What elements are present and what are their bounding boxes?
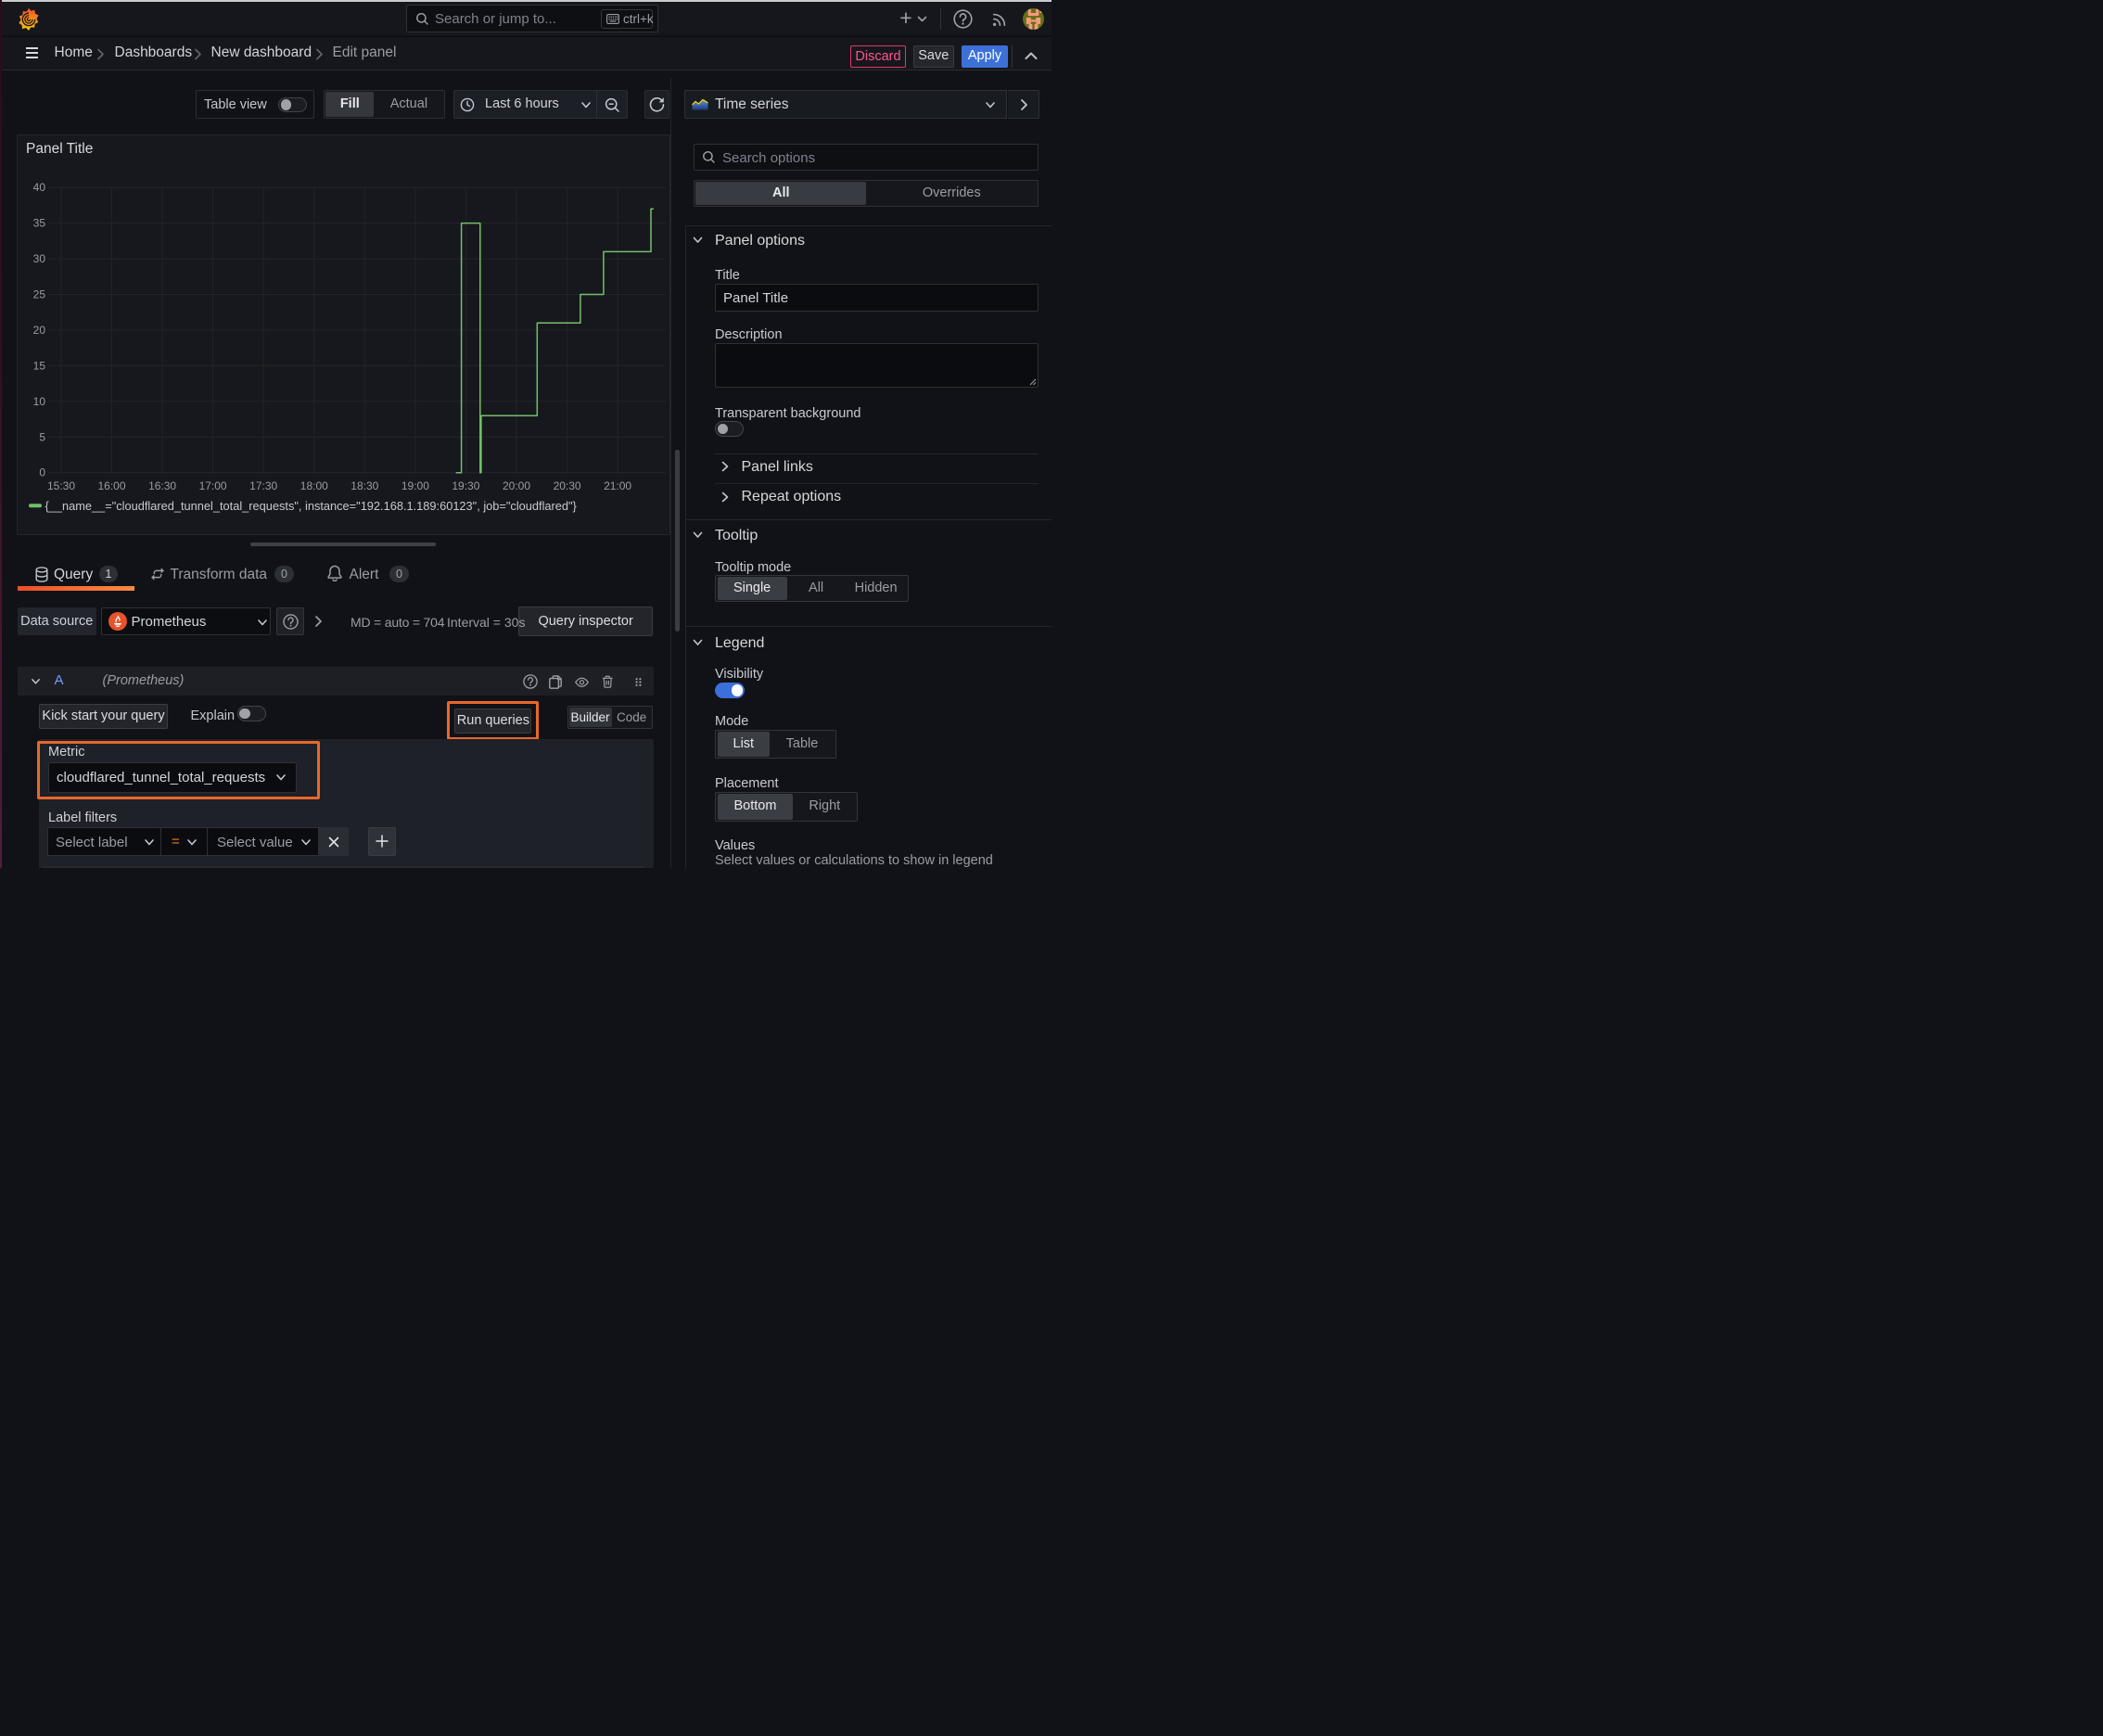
svg-text:19:30: 19:30 [452, 479, 479, 492]
svg-text:19:00: 19:00 [401, 479, 429, 492]
svg-text:0: 0 [39, 466, 45, 479]
svg-text:25: 25 [33, 288, 46, 301]
svg-text:5: 5 [39, 430, 45, 443]
svg-text:20: 20 [33, 324, 46, 337]
svg-text:35: 35 [33, 217, 46, 230]
svg-text:21:00: 21:00 [604, 479, 631, 492]
svg-text:18:00: 18:00 [300, 479, 328, 492]
svg-text:17:30: 17:30 [249, 479, 277, 492]
svg-text:18:30: 18:30 [350, 479, 378, 492]
svg-text:16:00: 16:00 [97, 479, 125, 492]
svg-text:15:30: 15:30 [47, 479, 75, 492]
svg-text:30: 30 [33, 252, 46, 265]
svg-text:20:30: 20:30 [554, 479, 581, 492]
svg-text:40: 40 [33, 181, 46, 194]
svg-text:10: 10 [33, 395, 46, 408]
svg-text:{__name__="cloudflared_tunnel_: {__name__="cloudflared_tunnel_total_requ… [45, 499, 578, 513]
svg-text:20:00: 20:00 [503, 479, 530, 492]
svg-text:16:30: 16:30 [148, 479, 176, 492]
svg-text:17:00: 17:00 [199, 479, 227, 492]
svg-text:15: 15 [33, 359, 46, 372]
